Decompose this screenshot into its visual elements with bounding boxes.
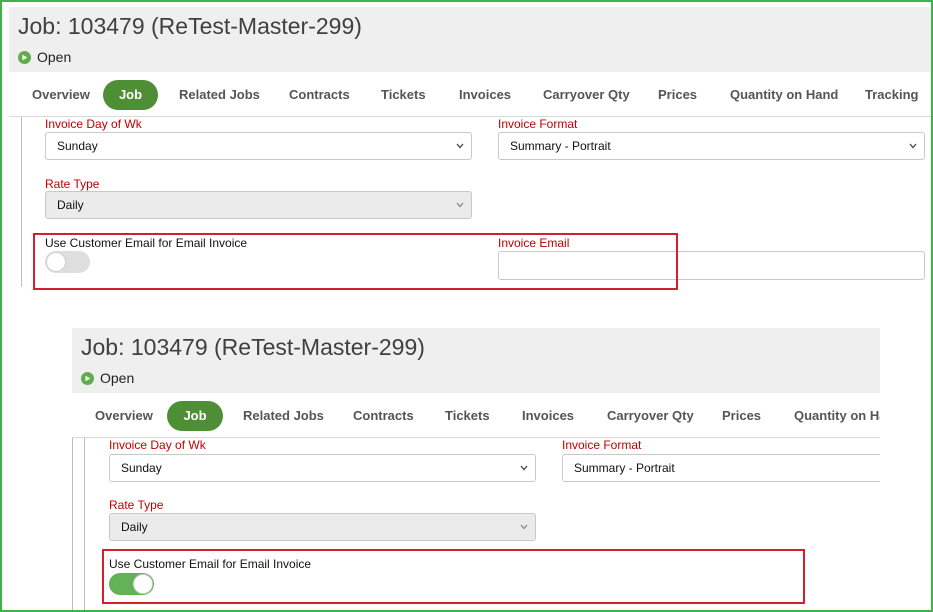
rate-type-select[interactable]: Daily <box>45 191 472 219</box>
invoice-format-label: Invoice Format <box>498 117 578 131</box>
tab-overview[interactable]: Overview <box>95 401 153 431</box>
job-status: Open <box>18 49 71 65</box>
invoice-format-select[interactable]: Summary - Portrait <box>562 454 880 482</box>
chevron-down-icon <box>456 202 464 208</box>
highlight-box <box>33 233 678 290</box>
job-form: Invoice Day of Wk Sunday Invoice Format … <box>9 117 931 292</box>
form-left-border <box>21 117 22 287</box>
chevron-down-icon <box>520 524 528 530</box>
tab-related-jobs[interactable]: Related Jobs <box>243 401 324 431</box>
status-open-icon <box>81 371 94 385</box>
tab-contracts[interactable]: Contracts <box>353 401 414 431</box>
invoice-day-label: Invoice Day of Wk <box>109 438 206 452</box>
rate-type-label: Rate Type <box>45 177 100 191</box>
invoice-format-select[interactable]: Summary - Portrait <box>498 132 925 160</box>
page-title: Job: 103479 (ReTest-Master-299) <box>18 13 362 39</box>
status-label: Open <box>37 49 72 65</box>
tab-bar: Overview Job Related Jobs Contracts Tick… <box>72 393 880 438</box>
job-status: Open <box>81 370 134 386</box>
tab-invoices[interactable]: Invoices <box>459 80 511 110</box>
rate-type-value: Daily <box>121 520 148 534</box>
panel-left-border <box>72 438 73 610</box>
tab-quantity-on-hand[interactable]: Quantity on Hand <box>794 401 880 431</box>
tab-tracking[interactable]: Tracking <box>865 80 918 110</box>
form-left-border <box>84 438 85 610</box>
tab-tickets[interactable]: Tickets <box>445 401 490 431</box>
invoice-day-select[interactable]: Sunday <box>45 132 472 160</box>
job-header: Job: 103479 (ReTest-Master-299) Open <box>9 7 931 72</box>
status-label: Open <box>100 370 135 386</box>
tab-prices[interactable]: Prices <box>658 80 697 110</box>
rate-type-value: Daily <box>57 198 84 212</box>
job-header: Job: 103479 (ReTest-Master-299) Open <box>72 328 880 393</box>
invoice-day-value: Sunday <box>121 461 162 475</box>
status-open-icon <box>18 50 31 64</box>
screenshot-frame: Job: 103479 (ReTest-Master-299) Open Ove… <box>0 0 933 612</box>
tab-overview[interactable]: Overview <box>32 80 90 110</box>
invoice-format-value: Summary - Portrait <box>510 139 611 153</box>
page-title: Job: 103479 (ReTest-Master-299) <box>81 334 425 360</box>
tab-related-jobs[interactable]: Related Jobs <box>179 80 260 110</box>
highlight-box <box>102 549 805 604</box>
tab-prices[interactable]: Prices <box>722 401 761 431</box>
chevron-down-icon <box>909 143 917 149</box>
rate-type-label: Rate Type <box>109 498 164 512</box>
chevron-down-icon <box>456 143 464 149</box>
tab-job[interactable]: Job <box>103 80 158 110</box>
job-form: Invoice Day of Wk Sunday Invoice Format … <box>72 438 880 610</box>
tab-job[interactable]: Job <box>167 401 223 431</box>
tab-quantity-on-hand[interactable]: Quantity on Hand <box>730 80 838 110</box>
invoice-day-label: Invoice Day of Wk <box>45 117 142 131</box>
invoice-format-value: Summary - Portrait <box>574 461 675 475</box>
chevron-down-icon <box>520 465 528 471</box>
job-panel-after: Job: 103479 (ReTest-Master-299) Open Ove… <box>72 328 880 610</box>
tab-carryover-qty[interactable]: Carryover Qty <box>543 80 630 110</box>
invoice-format-label: Invoice Format <box>562 438 642 452</box>
tab-contracts[interactable]: Contracts <box>289 80 350 110</box>
job-panel-before: Job: 103479 (ReTest-Master-299) Open Ove… <box>9 7 931 292</box>
invoice-day-value: Sunday <box>57 139 98 153</box>
tab-bar: Overview Job Related Jobs Contracts Tick… <box>9 72 931 117</box>
tab-tickets[interactable]: Tickets <box>381 80 426 110</box>
tab-carryover-qty[interactable]: Carryover Qty <box>607 401 694 431</box>
rate-type-select[interactable]: Daily <box>109 513 536 541</box>
invoice-day-select[interactable]: Sunday <box>109 454 536 482</box>
tab-invoices[interactable]: Invoices <box>522 401 574 431</box>
